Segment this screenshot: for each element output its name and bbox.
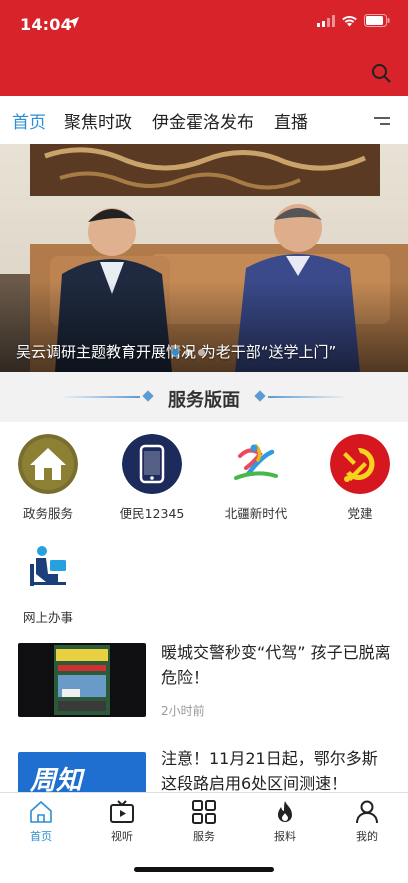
grid-icon [192,800,216,824]
service-label: 便民12345 [119,506,185,521]
service-label: 网上办事 [22,610,73,625]
tab-focus-politics[interactable]: 聚焦时政 [64,108,132,133]
nav-mine[interactable]: 我的 [337,799,397,844]
nav-label: 视听 [111,830,133,843]
carousel-dot[interactable] [185,349,192,356]
service-government[interactable]: 政务服务 [3,434,93,522]
news-item[interactable]: 周知 注意！11月21日起，鄂尔多斯这段路启用6处区间测速！ [0,744,408,792]
service-section-header: 服务版面 [0,372,408,422]
service-party-building[interactable]: 党建 [315,434,405,522]
wifi-icon [342,15,357,26]
nav-services[interactable]: 服务 [174,799,234,844]
party-emblem-icon [330,434,390,494]
carousel-dots [172,349,205,356]
house-icon [18,434,78,494]
divider [268,396,348,398]
tab-yijinhuoluo-release[interactable]: 伊金霍洛发布 [152,108,254,133]
hero-carousel[interactable]: 吴云调研主题教育开展情况 为老干部“送学上门” [0,144,408,372]
nav-video[interactable]: 视听 [92,799,152,844]
tab-live[interactable]: 直播 [274,108,308,133]
nav-home[interactable]: 首页 [11,799,71,844]
battery-icon [364,14,390,27]
online-service-icon [18,538,78,598]
search-icon[interactable] [370,62,392,84]
user-icon [356,800,378,824]
fire-icon [278,801,292,822]
nav-label: 服务 [193,830,215,843]
status-time: 14:04 [20,15,72,34]
carousel-dot[interactable] [198,349,205,356]
section-title: 服务版面 [168,390,240,411]
category-tabs: 首页 聚焦时政 伊金霍洛发布 直播 [0,96,408,144]
news-title: 注意！11月21日起，鄂尔多斯这段路启用6处区间测速！ [161,749,378,792]
thumbnail-text: 周知 [30,766,83,792]
location-arrow-icon [67,16,80,29]
service-hotline-12345[interactable]: 便民12345 [107,434,197,522]
news-title: 暖城交警秒变“代驾” 孩子已脱离危险！ [161,643,391,687]
signal-icon [317,14,335,27]
carousel-dot[interactable] [172,349,179,356]
video-icon [110,800,134,823]
news-item[interactable]: 暖城交警秒变“代驾” 孩子已脱离危险！ 2小时前 [0,640,408,740]
phone-icon [122,434,182,494]
nav-label: 首页 [30,830,52,843]
home-indicator [134,867,274,872]
tab-home[interactable]: 首页 [12,108,46,133]
home-icon [30,801,52,823]
hero-caption: 吴云调研主题教育开展情况 为老干部“送学上门” [16,343,337,361]
service-label: 北疆新时代 [224,506,288,521]
service-label: 党建 [347,506,373,521]
nav-report[interactable]: 报料 [255,799,315,844]
service-label: 政务服务 [22,506,73,521]
nav-label: 报料 [274,830,296,843]
app-header: 14:04 [0,0,408,96]
service-online-affairs[interactable]: 网上办事 [3,538,93,626]
news-thumbnail: 周知 [18,752,146,792]
hero-photo [0,144,408,372]
news-time: 2小时前 [161,704,205,718]
tab-menu-icon[interactable] [374,116,390,126]
nav-label: 我的 [356,830,378,843]
beijiang-logo-icon [226,434,286,494]
news-thumbnail [18,643,146,717]
status-icons [317,14,390,27]
service-beijiang[interactable]: 北疆新时代 [211,434,301,522]
